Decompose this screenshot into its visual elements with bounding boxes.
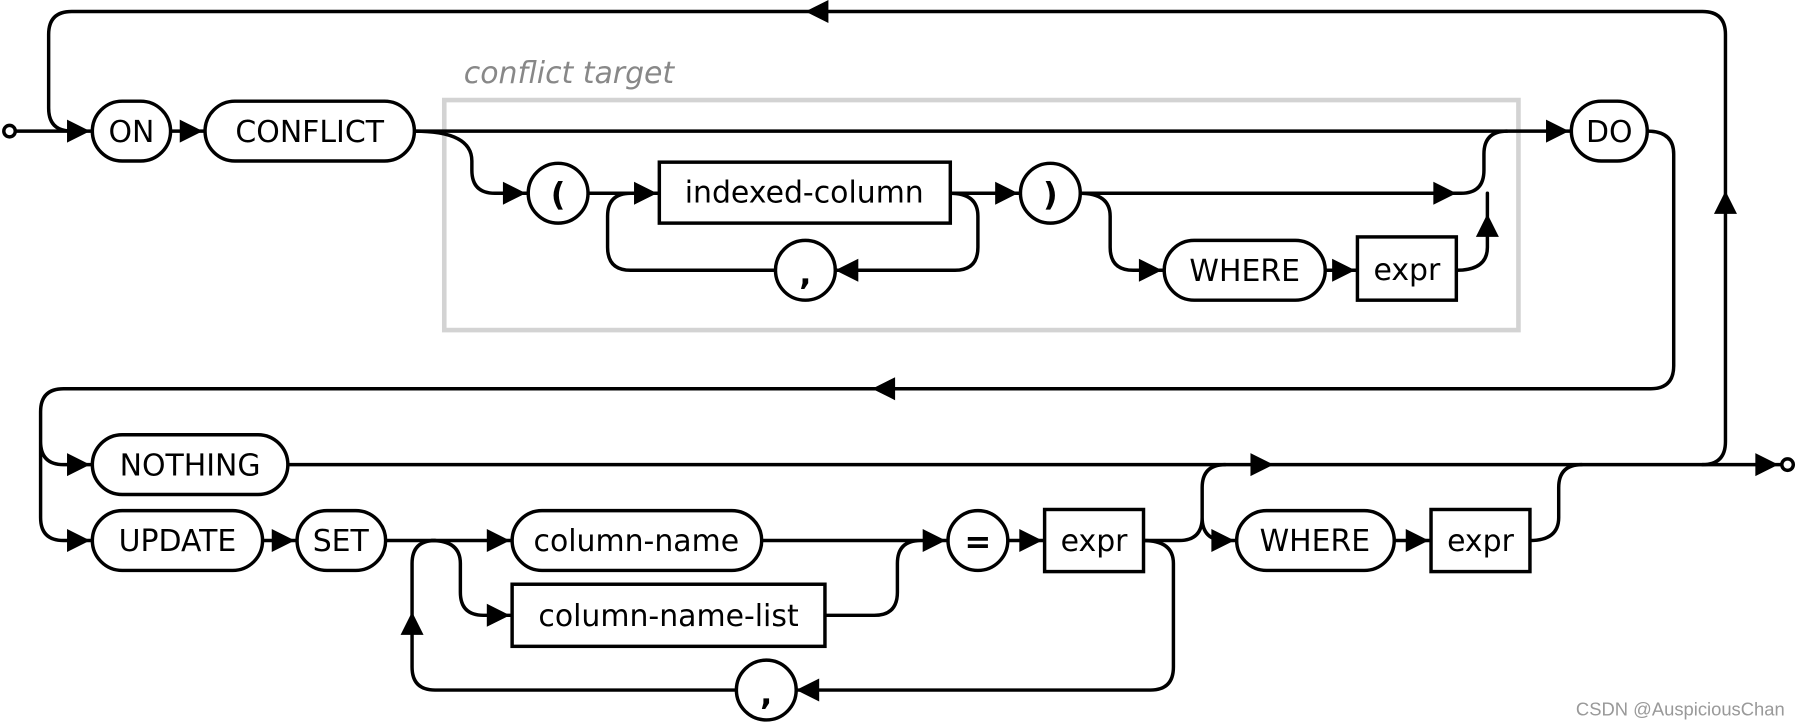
arrow-up-icon (1475, 213, 1499, 237)
conflict-target-branch (412, 129, 530, 195)
node-expr: expr (1429, 507, 1532, 574)
arrow-right-icon (67, 119, 91, 143)
node-expr: expr (1042, 507, 1146, 574)
arrow-left-icon (872, 377, 896, 401)
node-do: DO (1569, 99, 1649, 163)
arrow-right-icon (1250, 453, 1274, 477)
arrow-right-icon (1546, 119, 1570, 143)
svg-text:column-name: column-name (534, 524, 740, 559)
arrow-right-icon (1405, 529, 1429, 553)
svg-text:DO: DO (1586, 115, 1633, 150)
start-terminal (2, 123, 18, 139)
svg-text:WHERE: WHERE (1189, 254, 1300, 289)
arrow-right-icon (67, 529, 91, 553)
svg-text:,: , (760, 674, 772, 712)
arrow-right-icon (1211, 529, 1235, 553)
node-column-name: column-name (510, 508, 764, 573)
arrow-up-icon (400, 611, 424, 635)
node-nothing: NOTHING (90, 433, 290, 497)
column-name-list-branch (429, 538, 514, 618)
arrow-right-icon (271, 529, 295, 553)
syntax-diagram: conflict target ON CONFLICT (indexed-co… (0, 0, 1804, 728)
svg-text:expr: expr (1373, 253, 1441, 288)
arrow-right-icon (486, 603, 510, 627)
node-lparen: ( (526, 161, 590, 225)
svg-text:): ) (1043, 175, 1058, 213)
arrow-right-icon (502, 181, 526, 205)
arrow-up-icon (1713, 190, 1737, 214)
arrow-left-icon (796, 678, 820, 702)
node-comma: , (734, 658, 798, 722)
node-set: SET (295, 508, 388, 573)
svg-text:expr: expr (1061, 524, 1129, 559)
node-on: ON (90, 99, 173, 163)
node-where: WHERE (1234, 508, 1396, 573)
svg-text:CONFLICT: CONFLICT (235, 115, 384, 150)
end-terminal (1780, 457, 1796, 473)
svg-text:UPDATE: UPDATE (119, 524, 237, 559)
svg-text:column-name-list: column-name-list (538, 599, 798, 634)
node-column-name-list: column-name-list (510, 582, 827, 649)
node-expr: expr (1355, 235, 1459, 302)
arrow-right-icon (1755, 453, 1779, 477)
svg-text:expr: expr (1447, 524, 1515, 559)
arrow-right-icon (179, 119, 203, 143)
arrow-right-icon (1019, 529, 1043, 553)
arrow-right-icon (67, 453, 91, 477)
node-equals: = (946, 508, 1010, 573)
arrow-right-icon (486, 529, 510, 553)
upsert-clause-railroad: conflict target ON CONFLICT (indexed-co… (2, 0, 1796, 722)
arrow-left-icon (835, 258, 859, 282)
node-comma: , (773, 238, 838, 302)
node-indexed-column: indexed-column (657, 160, 953, 225)
top-loop-line (46, 9, 1728, 467)
watermark: CSDN @AuspiciousChan (1576, 698, 1785, 719)
svg-text:SET: SET (313, 524, 370, 559)
node-update: UPDATE (90, 508, 265, 573)
arrow-right-icon (922, 529, 946, 553)
svg-text:NOTHING: NOTHING (120, 448, 261, 483)
svg-text:=: = (964, 523, 991, 561)
arrow-right-icon (1332, 258, 1356, 282)
arrow-right-icon (1138, 258, 1162, 282)
arrow-right-icon (634, 181, 658, 205)
svg-text:ON: ON (109, 115, 155, 150)
node-rparen: ) (1018, 161, 1082, 225)
rparen-to-do (1078, 129, 1509, 195)
arrow-right-icon (995, 181, 1019, 205)
conflict-target-label: conflict target (464, 56, 676, 91)
svg-text:WHERE: WHERE (1260, 524, 1371, 559)
node-conflict: CONFLICT (203, 99, 417, 163)
arrow-right-icon (1433, 181, 1457, 205)
node-where: WHERE (1162, 238, 1327, 302)
arrow-left-icon (805, 0, 829, 24)
svg-text:indexed-column: indexed-column (685, 176, 924, 211)
svg-text:,: , (799, 255, 811, 293)
svg-text:(: ( (551, 175, 566, 213)
